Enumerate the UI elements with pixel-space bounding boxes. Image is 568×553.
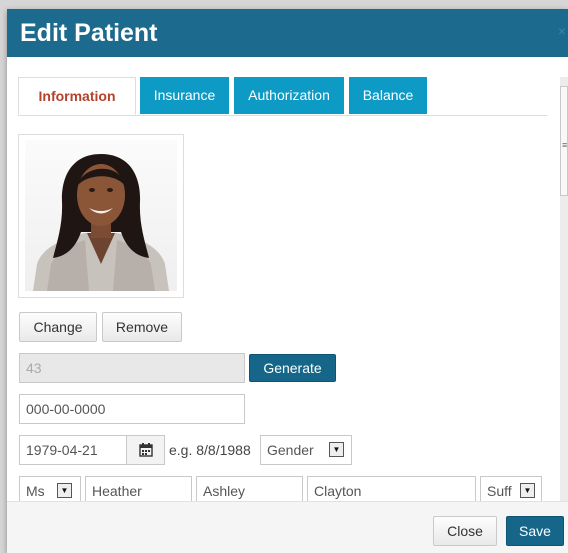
modal-footer: Close Save (7, 501, 568, 553)
dropdown-arrow-icon: ▼ (520, 483, 535, 498)
name-suffix-value: Suff (487, 483, 512, 499)
dob-format-hint: e.g. 8/8/1988 (169, 442, 251, 458)
gender-select[interactable]: Gender ▼ (260, 435, 352, 465)
dropdown-arrow-icon: ▼ (57, 483, 72, 498)
modal-header: Edit Patient × (7, 9, 568, 57)
middle-name-field[interactable]: Ashley (196, 476, 303, 501)
name-prefix-value: Ms (26, 483, 45, 499)
calendar-button[interactable] (126, 435, 165, 465)
scroll-grip-icon: ≡ (562, 140, 568, 150)
tab-insurance[interactable]: Insurance (140, 77, 229, 114)
remove-photo-button[interactable]: Remove (102, 312, 182, 342)
dob-field[interactable]: 1979-04-21 (19, 435, 127, 465)
dropdown-arrow-icon: ▼ (329, 442, 344, 457)
tab-bar: Information Insurance Authorization Bala… (18, 77, 547, 116)
scrollbar[interactable]: ≡ (560, 77, 568, 501)
scrollbar-thumb[interactable]: ≡ (560, 86, 568, 196)
close-button[interactable]: Close (433, 516, 497, 546)
save-button[interactable]: Save (506, 516, 564, 546)
tab-information[interactable]: Information (18, 77, 136, 115)
change-photo-button[interactable]: Change (19, 312, 97, 342)
patient-photo-frame (18, 134, 184, 298)
patient-photo (25, 140, 177, 291)
gender-select-value: Gender (267, 442, 314, 458)
tab-authorization[interactable]: Authorization (234, 77, 344, 114)
modal-title: Edit Patient (20, 19, 158, 47)
patient-id-field: 43 (19, 353, 245, 383)
name-suffix-select[interactable]: Suff ▼ (480, 476, 542, 501)
close-icon[interactable]: × (558, 23, 566, 39)
last-name-field[interactable]: Clayton (307, 476, 476, 501)
first-name-field[interactable]: Heather (85, 476, 192, 501)
ssn-field[interactable]: 000-00-0000 (19, 394, 245, 424)
calendar-icon (139, 443, 153, 457)
modal-body: ≡ Information Insurance Authorization Ba… (7, 57, 568, 501)
generate-button[interactable]: Generate (249, 354, 336, 382)
tab-balance[interactable]: Balance (349, 77, 427, 114)
edit-patient-modal: Edit Patient × ≡ Information Insurance A… (7, 9, 568, 553)
name-prefix-select[interactable]: Ms ▼ (19, 476, 81, 501)
